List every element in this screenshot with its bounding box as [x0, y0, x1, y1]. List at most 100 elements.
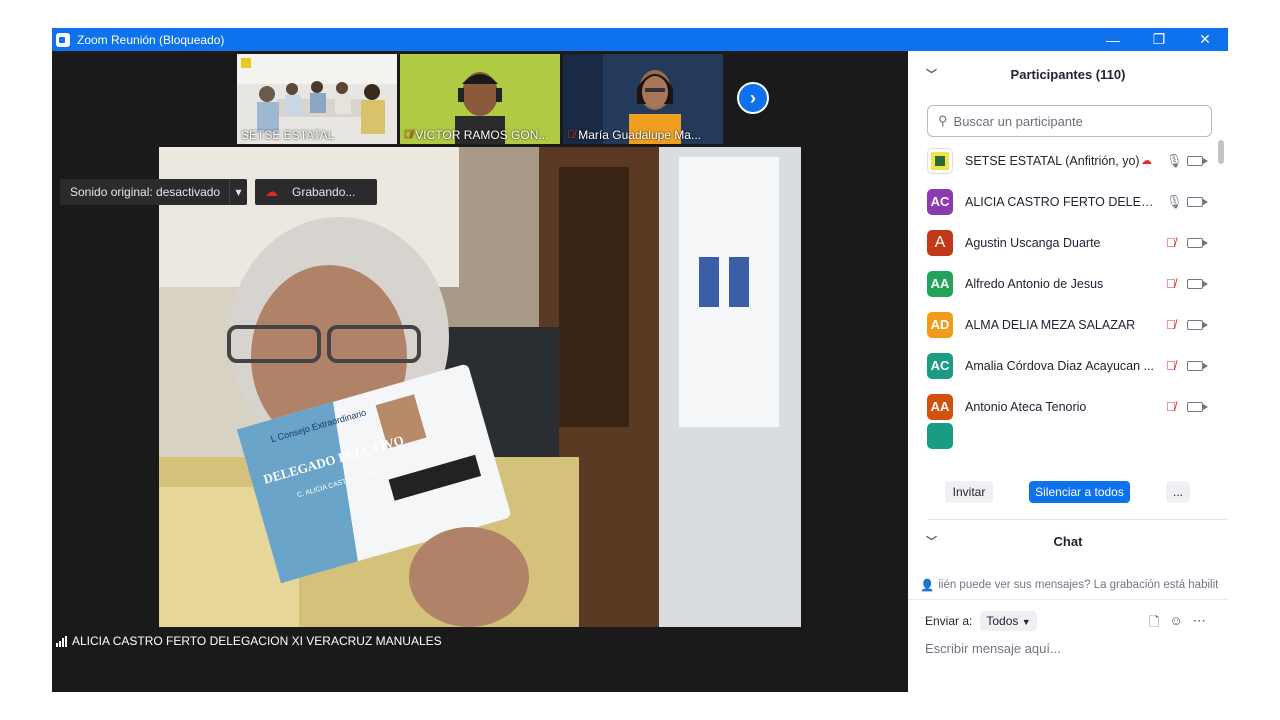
mic-muted-icon[interactable]: 🎙̸ — [1166, 276, 1176, 291]
camera-off-icon[interactable] — [1187, 401, 1208, 412]
speaker-video-frame: DELEGADO EFECTIVO L Consejo Extraordinar… — [159, 147, 801, 627]
thumbnail-strip: SETSE ESTATAL 🎙̸ VICTOR RAMOS GON... 🎙̸ … — [52, 51, 908, 147]
setse-logo-icon — [931, 151, 949, 170]
mute-all-button[interactable]: Silenciar a todos — [1029, 481, 1130, 503]
mic-muted-icon[interactable]: 🎙̸ — [1166, 317, 1176, 332]
mic-muted-icon[interactable]: 🎙̸ — [1166, 399, 1176, 414]
participant-row[interactable]: SETSE ESTATAL (Anfitrión, yo) ☁ 🎙 — [908, 140, 1228, 181]
recording-label: Grabando... — [292, 185, 356, 199]
participant-name: Antonio Ateca Tenorio — [965, 399, 1087, 414]
participant-list: SETSE ESTATAL (Anfitrión, yo) ☁ 🎙 AC ALI… — [908, 140, 1228, 480]
file-icon[interactable]: 🗋 — [1149, 613, 1159, 635]
camera-off-icon[interactable] — [1187, 360, 1208, 371]
participant-name: Alfredo Antonio de Jesus — [965, 276, 1104, 291]
mic-muted-icon[interactable]: 🎙̸ — [1166, 235, 1176, 250]
avatar: AC — [927, 188, 953, 215]
chat-notice-text: iién puede ver sus mensajes? La grabació… — [938, 579, 1219, 591]
original-sound-dropdown[interactable]: ▾ — [229, 179, 247, 205]
search-placeholder: Buscar un participante — [953, 113, 1083, 129]
emoji-icon[interactable]: ☺ — [1169, 613, 1182, 635]
participants-header: ﹀ Participantes (110) — [908, 51, 1228, 97]
camera-off-icon[interactable] — [1187, 319, 1208, 330]
thumbnail-victor-ramos[interactable]: 🎙̸ VICTOR RAMOS GON... — [400, 54, 560, 144]
collapse-participants-chevron-icon[interactable]: ﹀ — [926, 66, 937, 82]
chat-message-input[interactable]: Escribir mensaje aquí... — [925, 641, 1061, 656]
mic-on-icon[interactable]: 🎙 — [1166, 194, 1183, 210]
camera-off-icon[interactable] — [1187, 237, 1208, 248]
thumbnail-label: SETSE ESTATAL — [241, 128, 335, 142]
participant-row[interactable]: AC Amalia Córdova Diaz Acayucan ... 🎙̸ — [908, 345, 1228, 386]
participants-title: Participantes (110) — [1010, 66, 1126, 82]
more-options-button[interactable]: ... — [1166, 481, 1190, 503]
original-sound-toggle[interactable]: Sonido original: desactivado ▾ — [60, 179, 247, 205]
more-icon[interactable]: ⋯ — [1193, 613, 1206, 635]
chat-tools: 🗋 ☺ ⋯ — [1149, 613, 1206, 635]
chat-privacy-notice: 👤 iién puede ver sus mensajes? La grabac… — [920, 578, 1224, 592]
minimize-button[interactable]: — — [1090, 28, 1136, 51]
mic-muted-icon: 🎙̸ — [567, 129, 576, 141]
participant-name: Agustin Uscanga Duarte — [965, 235, 1101, 250]
collapse-chat-chevron-icon[interactable]: ﹀ — [926, 533, 937, 549]
participant-row[interactable]: AD ALMA DELIA MEZA SALAZAR 🎙̸ — [908, 304, 1228, 345]
title-bar: Zoom Reunión (Bloqueado) — ❐ ✕ — [52, 28, 1228, 51]
thumbnail-label: María Guadalupe Ma... — [578, 128, 701, 142]
participant-name: Amalia Córdova Diaz Acayucan ... — [965, 358, 1154, 373]
send-to-row: Enviar a: Todos ▼ — [925, 611, 1037, 631]
participant-actions: Invitar Silenciar a todos ... — [908, 481, 1228, 511]
close-button[interactable]: ✕ — [1182, 28, 1228, 51]
chevron-down-icon: ▼ — [1021, 617, 1031, 627]
zoom-app-icon — [56, 32, 70, 47]
participant-row[interactable]: AA Antonio Ateca Tenorio 🎙̸ — [908, 386, 1228, 427]
recording-indicator[interactable]: ☁ Grabando... — [255, 179, 377, 205]
participant-row[interactable]: A Agustin Uscanga Duarte 🎙̸ — [908, 222, 1228, 263]
avatar — [927, 423, 953, 449]
zoom-window: Zoom Reunión (Bloqueado) — ❐ ✕ SETSE EST… — [52, 28, 1228, 692]
participant-name: ALICIA CASTRO FERTO DELEGAC... — [965, 194, 1161, 209]
thumbnail-setse-estatal[interactable]: SETSE ESTATAL — [237, 54, 397, 144]
mic-on-icon[interactable]: 🎙 — [1166, 153, 1183, 169]
camera-off-icon[interactable] — [1187, 196, 1208, 207]
active-speaker-label: ALICIA CASTRO FERTO DELEGACION XI VERACR… — [56, 634, 442, 648]
cloud-record-icon: ☁ — [1141, 155, 1152, 167]
participant-name: SETSE ESTATAL (Anfitrión, yo) — [965, 153, 1140, 168]
original-sound-label: Sonido original: desactivado — [70, 185, 221, 199]
invite-button[interactable]: Invitar — [945, 481, 993, 503]
window-title: Zoom Reunión (Bloqueado) — [77, 32, 225, 47]
participant-search-input[interactable]: ⚲ Buscar un participante — [927, 105, 1212, 137]
panel-divider — [927, 519, 1228, 520]
avatar: AC — [927, 352, 953, 379]
participant-row[interactable] — [908, 423, 1228, 468]
search-icon: ⚲ — [938, 113, 948, 128]
side-panel: ﹀ Participantes (110) ⚲ Buscar un partic… — [908, 51, 1228, 692]
restore-button[interactable]: ❐ — [1136, 28, 1182, 51]
next-page-button[interactable]: › — [737, 82, 769, 114]
camera-off-icon[interactable] — [1187, 278, 1208, 289]
participant-row[interactable]: AC ALICIA CASTRO FERTO DELEGAC... 🎙 — [908, 181, 1228, 222]
thumbnail-maria-guadalupe[interactable]: 🎙̸ María Guadalupe Ma... — [563, 54, 723, 144]
chat-header: ﹀ Chat — [908, 523, 1228, 559]
signal-strength-icon — [56, 635, 67, 647]
active-speaker-name: ALICIA CASTRO FERTO DELEGACION XI VERACR… — [72, 634, 442, 648]
host-logo-avatar — [927, 147, 953, 174]
participant-row[interactable]: AA Alfredo Antonio de Jesus 🎙̸ — [908, 263, 1228, 304]
person-lock-icon: 👤 — [920, 580, 935, 592]
active-speaker-video: DELEGADO EFECTIVO L Consejo Extraordinar… — [159, 147, 801, 627]
avatar: AA — [927, 270, 953, 297]
chat-title: Chat — [1053, 533, 1083, 549]
avatar: A — [927, 229, 953, 256]
send-to-select[interactable]: Todos ▼ — [980, 611, 1037, 631]
notice-divider — [908, 599, 1228, 600]
participant-name: ALMA DELIA MEZA SALAZAR — [965, 317, 1136, 332]
cloud-record-icon: ☁ — [265, 184, 278, 199]
scrollbar-thumb[interactable] — [1218, 140, 1224, 164]
thumbnail-label: VICTOR RAMOS GON... — [415, 128, 549, 142]
video-stage: SETSE ESTATAL 🎙̸ VICTOR RAMOS GON... 🎙̸ … — [52, 51, 908, 692]
camera-off-icon[interactable] — [1187, 155, 1208, 166]
send-to-label: Enviar a: — [925, 614, 973, 628]
avatar: AD — [927, 311, 953, 338]
send-to-value: Todos — [986, 614, 1019, 628]
participant-list-scrollbar[interactable] — [1218, 140, 1224, 440]
mic-muted-icon: 🎙̸ — [404, 129, 413, 141]
avatar: AA — [927, 393, 953, 420]
mic-muted-icon[interactable]: 🎙̸ — [1166, 358, 1176, 373]
